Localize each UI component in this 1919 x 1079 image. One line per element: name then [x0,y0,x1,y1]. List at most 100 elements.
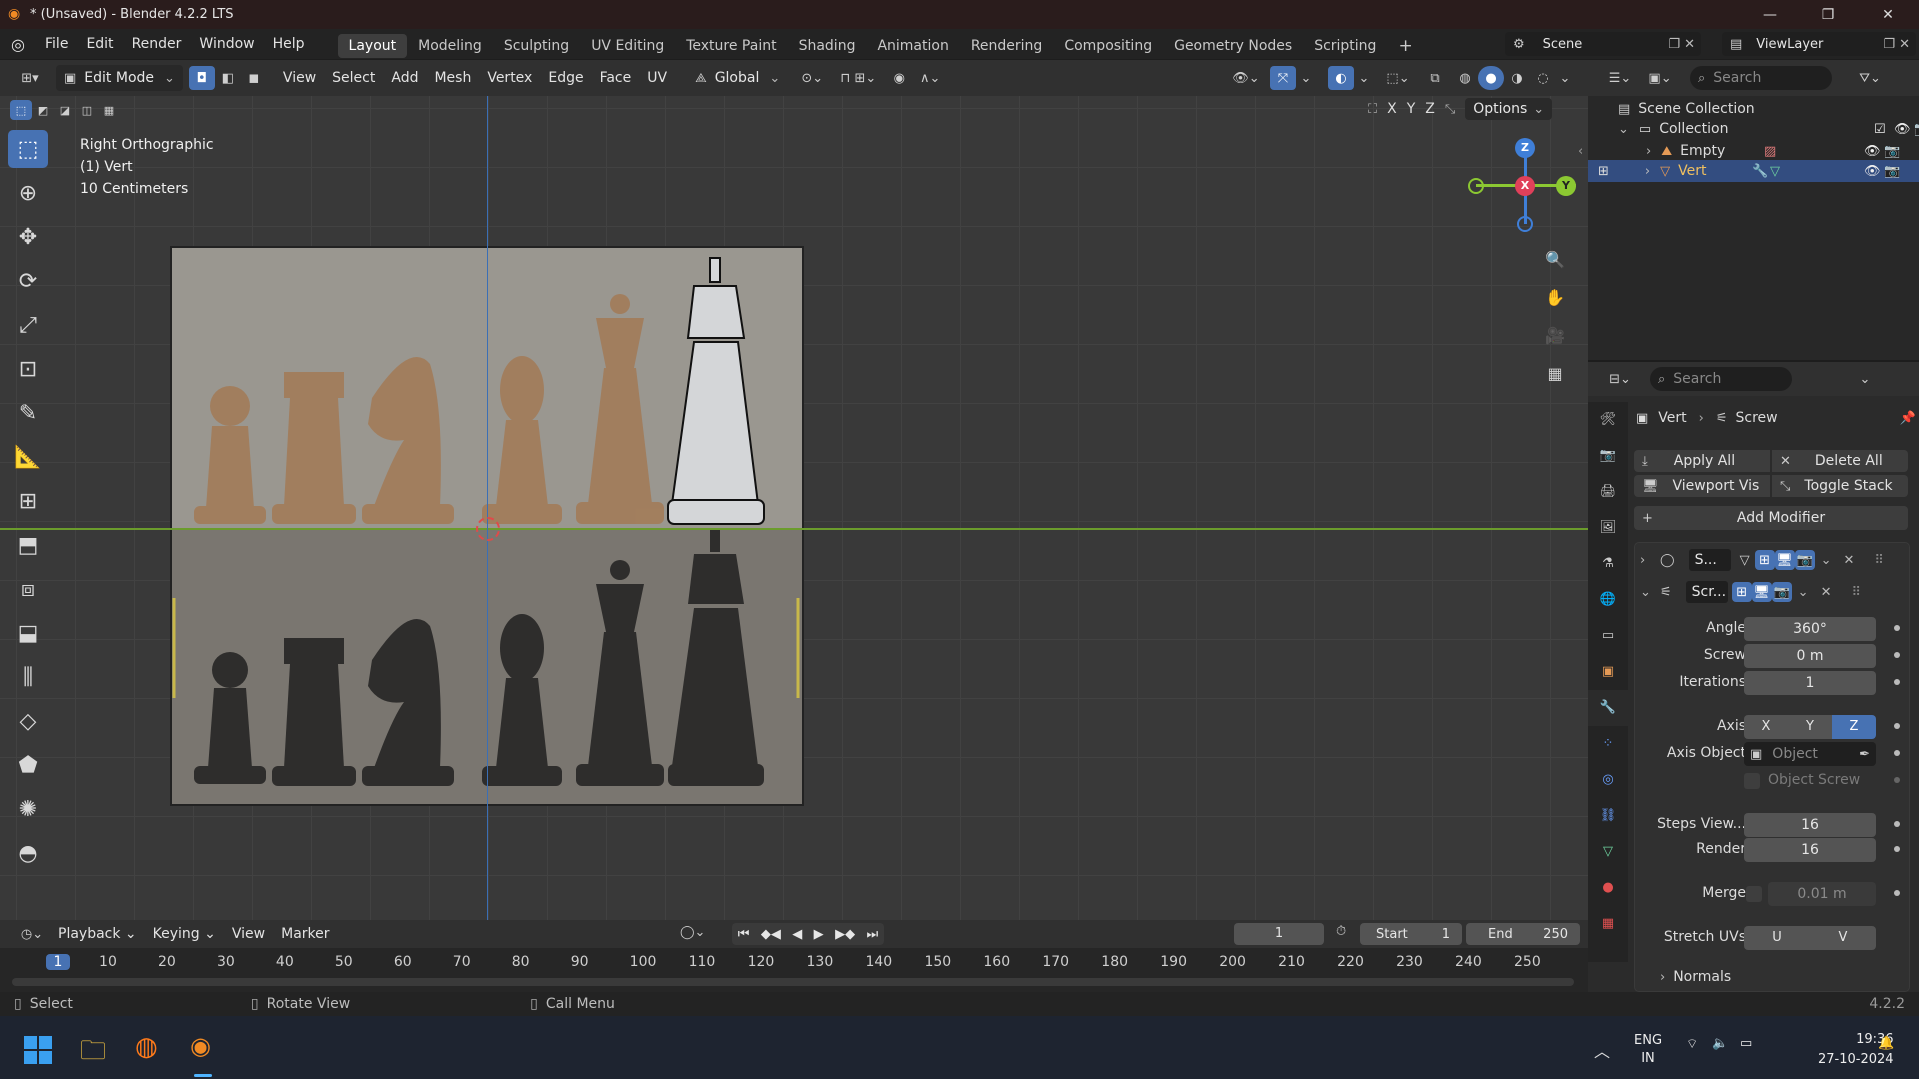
select-intersect-icon[interactable]: ▦ [98,100,120,120]
pin-icon[interactable]: 📌 [1900,411,1916,426]
modifier-1-name-field[interactable]: S... [1688,549,1731,571]
modifier-2-name-field[interactable]: Scr... [1685,581,1728,603]
merge-distance-field[interactable]: 0.01 m [1768,882,1876,906]
cursor-tool-icon[interactable]: ⊕ [8,174,48,212]
physics-tab-icon[interactable]: ◎ [1588,762,1628,798]
menu-mesh[interactable]: Mesh [426,65,479,91]
display-mode-icon[interactable]: ▣⌄ [1642,66,1678,90]
keyframe-dot-icon[interactable] [1894,821,1900,827]
gizmo-y-axis[interactable]: Y [1556,176,1576,196]
menu-render[interactable]: Render [123,29,191,59]
output-tab-icon[interactable]: 🖨 [1588,474,1628,510]
tool-tab-icon[interactable]: 🛠 [1588,402,1628,438]
overlay-toggle-icon[interactable]: ◐ [1328,66,1354,90]
outliner-item-empty[interactable]: › ⛰ Empty ▨ 👁 📷 [1588,140,1919,162]
remove-modifier-icon[interactable]: ✕ [1843,553,1854,568]
select-box-tool-icon[interactable]: ⬚ [8,130,48,168]
world-tab-icon[interactable]: 🌐 [1588,582,1628,618]
zoom-icon[interactable]: 🔍 [1540,244,1570,274]
record-icon[interactable]: ◯⌄ [680,925,705,940]
data-tab-icon[interactable]: ▽ [1588,834,1628,870]
stopwatch-icon[interactable]: ⏱ [1336,924,1346,939]
firefox-icon[interactable]: ◍ [135,1032,158,1062]
annotate-tool-icon[interactable]: ✎ [8,394,48,432]
maximize-button[interactable]: ❐ [1805,0,1851,29]
select-new-icon[interactable]: ⬚ [10,100,32,120]
language-indicator[interactable]: ENG IN [1634,1032,1662,1068]
sidebar-toggle-icon[interactable]: ‹ [1578,144,1583,159]
knife-tool-icon[interactable]: ◇ [8,702,48,740]
axis-z-toggle[interactable]: Z [1425,101,1435,117]
gizmo-toggle-icon[interactable]: ⤧ [1270,66,1296,90]
camera-render-icon[interactable]: 📷 [1884,144,1900,159]
apply-all-button[interactable]: ⤓ Apply All [1634,450,1770,472]
chevron-right-icon[interactable]: › [1640,553,1656,568]
screw-field[interactable]: 0 m [1744,644,1876,668]
keyframe-dot-icon[interactable] [1894,846,1900,852]
keyframe-dot-icon[interactable] [1894,652,1900,658]
merge-checkbox[interactable] [1746,886,1762,902]
tab-shading[interactable]: Shading [788,34,867,58]
loop-cut-tool-icon[interactable]: ⫼ [8,658,48,696]
scene-selector[interactable]: ⚙ Scene ❐ ✕ [1505,32,1701,56]
volume-icon[interactable]: 🔈 [1712,1036,1728,1051]
keyframe-dot-icon[interactable] [1894,890,1900,896]
gizmo-z-axis[interactable]: Z [1515,138,1535,158]
auto-merge-icon[interactable]: ⤡ [1445,102,1455,117]
battery-icon[interactable]: ▭ [1740,1036,1752,1051]
prev-keyframe-icon[interactable]: ◆◀ [761,927,781,942]
blender-taskbar-icon[interactable]: ◉ [190,1032,211,1060]
iterations-field[interactable]: 1 [1744,671,1876,695]
texture-tab-icon[interactable]: ▦ [1588,906,1628,942]
chevron-right-icon[interactable]: › [1660,970,1665,985]
modifier-tab-icon[interactable]: 🔧 [1588,690,1628,726]
jump-end-icon[interactable]: ⏭ [867,927,879,942]
menu-help[interactable]: Help [264,29,314,59]
normals-subpanel[interactable]: › Normals [1660,966,1900,988]
play-icon[interactable]: ▶ [814,927,824,942]
delete-all-button[interactable]: ✕ Delete All [1772,450,1908,472]
outliner-collection[interactable]: ⌄ ▭ Collection ☑ 👁 📷 [1618,118,1919,140]
grid-perspective-icon[interactable]: ▦ [1540,358,1570,388]
wireframe-shading-icon[interactable]: ◍ [1452,66,1478,90]
eye-icon[interactable]: 👁 [1864,144,1881,159]
axis-z-button[interactable]: Z [1832,715,1876,739]
toggle-stack-button[interactable]: ⤡ Toggle Stack [1772,475,1908,497]
notification-bell-icon[interactable]: 🔔 [1878,1036,1894,1051]
axis-y-toggle[interactable]: Y [1407,101,1416,117]
vertex-select-icon[interactable]: ◘ [188,66,215,90]
realtime-icon[interactable]: 🖥 [1751,582,1772,602]
new-scene-icon[interactable]: ❐ ✕ [1668,37,1695,52]
tab-geometry-nodes[interactable]: Geometry Nodes [1163,34,1303,58]
extrude-tool-icon[interactable]: ⬒ [8,526,48,564]
scene-tab-icon[interactable]: ⚗ [1588,546,1628,582]
menu-keying[interactable]: Keying ⌄ [145,921,224,947]
spin-tool-icon[interactable]: ✺ [8,790,48,828]
modifier-2-header[interactable]: ⌄ ⚟ Scr... ⊞ 🖥 📷 ⌄ ✕ ⠿ [1640,580,1910,604]
proportional-edit-icon[interactable]: ◉ [886,66,912,90]
play-reverse-icon[interactable]: ◀ [792,927,802,942]
mode-selector[interactable]: ▣ Edit Mode ⌄ [56,65,183,91]
edge-select-icon[interactable]: ◧ [215,66,241,90]
axis-x-button[interactable]: X [1744,715,1788,739]
filter-icon[interactable]: ⛛⌄ [1852,66,1888,90]
next-keyframe-icon[interactable]: ▶◆ [835,927,855,942]
tab-texture-paint[interactable]: Texture Paint [675,34,787,58]
checkbox-icon[interactable]: ☑ [1874,122,1886,137]
stretch-v-toggle[interactable]: V [1810,926,1876,950]
outliner-item-vert[interactable]: ⊞ › ▽ Vert 🔧 ▽ 👁 📷 [1588,160,1919,182]
chevron-right-icon[interactable]: › [1645,164,1650,179]
add-cube-tool-icon[interactable]: ⊞ [8,482,48,520]
render-steps-field[interactable]: 16 [1744,838,1876,862]
remove-modifier-icon[interactable]: ✕ [1821,585,1832,600]
chevron-down-icon[interactable]: ⌄ [1618,122,1629,137]
keyframe-dot-icon[interactable] [1894,679,1900,685]
outliner-search-input[interactable]: ⌕ Search [1690,66,1832,90]
menu-playback[interactable]: Playback ⌄ [50,921,145,947]
transform-tool-icon[interactable]: ⊡ [8,350,48,388]
keyframe-dot-icon[interactable] [1894,723,1900,729]
select-extend-icon[interactable]: ◩ [32,100,54,120]
menu-file[interactable]: File [36,29,77,59]
object-tab-icon[interactable]: ▣ [1588,654,1628,690]
chevron-down-icon[interactable]: ⌄ [1640,585,1656,600]
